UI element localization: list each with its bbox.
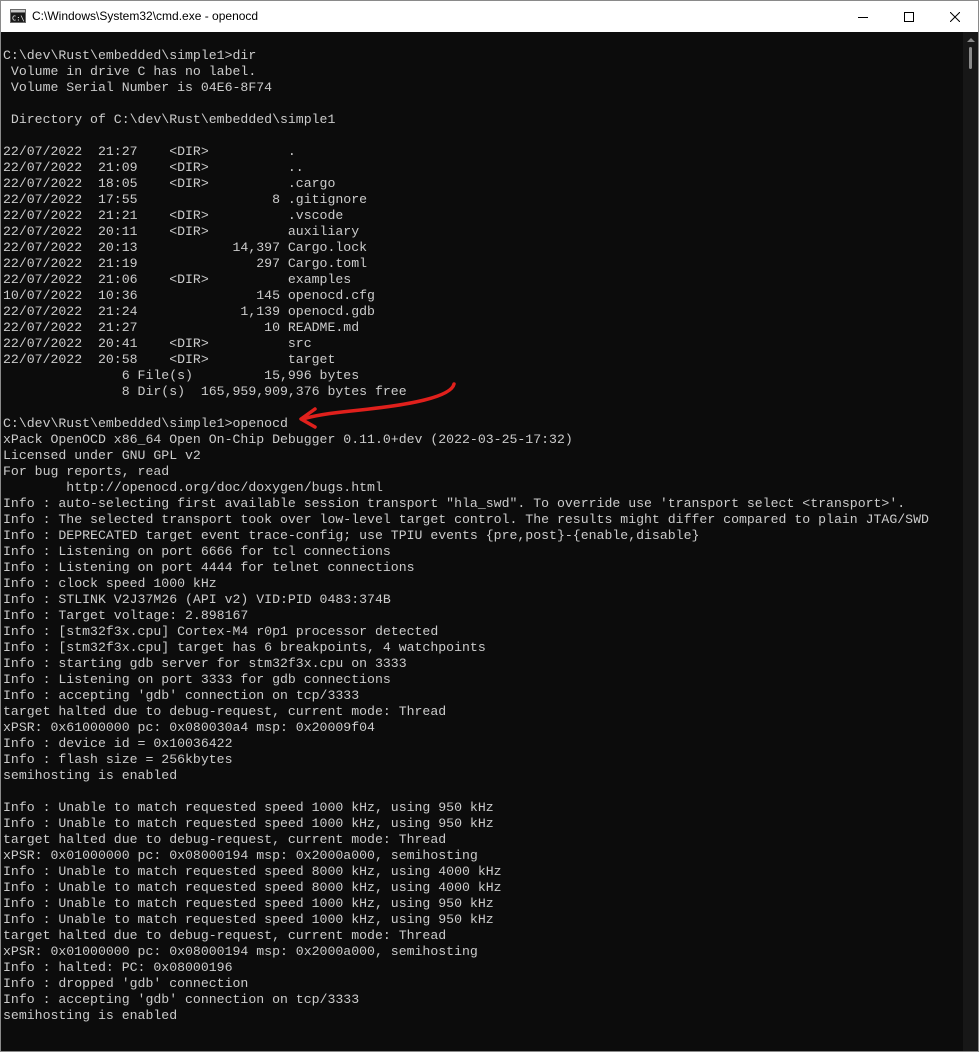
console-line: Info : Unable to match requested speed 1…	[3, 896, 494, 911]
console-line: target halted due to debug-request, curr…	[3, 928, 447, 943]
console-line: Info : Listening on port 3333 for gdb co…	[3, 672, 391, 687]
console-line: Volume Serial Number is 04E6-8F74	[3, 80, 273, 95]
console-line: xPSR: 0x01000000 pc: 0x08000194 msp: 0x2…	[3, 944, 478, 959]
console-line: 22/07/2022 21:24 1,139 openocd.gdb	[3, 304, 375, 319]
console-line: Info : Unable to match requested speed 8…	[3, 864, 502, 879]
console-line: Info : starting gdb server for stm32f3x.…	[3, 656, 407, 671]
red-arrow-annotation-icon	[299, 382, 456, 429]
minimize-button[interactable]	[840, 1, 886, 32]
console-line: 22/07/2022 20:13 14,397 Cargo.lock	[3, 240, 368, 255]
title-bar[interactable]: C:\ C:\Windows\System32\cmd.exe - openoc…	[1, 1, 978, 32]
console-line: Info : device id = 0x10036422	[3, 736, 233, 751]
cmd-window: C:\ C:\Windows\System32\cmd.exe - openoc…	[0, 0, 979, 1052]
maximize-button[interactable]	[886, 1, 932, 32]
minimize-icon	[858, 16, 868, 18]
console-line: 22/07/2022 20:11 <DIR> auxiliary	[3, 224, 360, 239]
maximize-icon	[904, 11, 914, 22]
console-line: Info : Listening on port 6666 for tcl co…	[3, 544, 391, 559]
console-line: 22/07/2022 18:05 <DIR> .cargo	[3, 176, 336, 191]
vertical-scrollbar[interactable]	[963, 32, 978, 1051]
console-line: Licensed under GNU GPL v2	[3, 448, 201, 463]
console-line: C:\dev\Rust\embedded\simple1>openocd	[3, 416, 288, 431]
console-line: 22/07/2022 21:06 <DIR> examples	[3, 272, 352, 287]
console-line: 22/07/2022 21:09 <DIR> ..	[3, 160, 304, 175]
console-line: Info : halted: PC: 0x08000196	[3, 960, 233, 975]
cmd-icon: C:\	[10, 9, 26, 23]
console-line: For bug reports, read	[3, 464, 170, 479]
console-line: Info : DEPRECATED target event trace-con…	[3, 528, 700, 543]
console-line: Info : accepting 'gdb' connection on tcp…	[3, 992, 360, 1007]
console-line: xPSR: 0x61000000 pc: 0x080030a4 msp: 0x2…	[3, 720, 375, 735]
console-line: xPack OpenOCD x86_64 Open On-Chip Debugg…	[3, 432, 573, 447]
console-line: http://openocd.org/doc/doxygen/bugs.html	[3, 480, 383, 495]
console-line: Info : Unable to match requested speed 1…	[3, 912, 494, 927]
console-text: C:\dev\Rust\embedded\simple1>dir Volume …	[3, 48, 929, 1024]
console-line: C:\dev\Rust\embedded\simple1>dir	[3, 48, 257, 63]
console-line: 22/07/2022 17:55 8 .gitignore	[3, 192, 368, 207]
console-line: Info : dropped 'gdb' connection	[3, 976, 249, 991]
console-line: 22/07/2022 21:21 <DIR> .vscode	[3, 208, 344, 223]
svg-text:C:\: C:\	[12, 15, 25, 23]
console-line: target halted due to debug-request, curr…	[3, 704, 447, 719]
console-line: 22/07/2022 21:27 <DIR> .	[3, 144, 296, 159]
console-line: Info : [stm32f3x.cpu] Cortex-M4 r0p1 pro…	[3, 624, 439, 639]
console-line: Directory of C:\dev\Rust\embedded\simple…	[3, 112, 336, 127]
console-line: Info : [stm32f3x.cpu] target has 6 break…	[3, 640, 486, 655]
console-line: xPSR: 0x01000000 pc: 0x08000194 msp: 0x2…	[3, 848, 478, 863]
console-line: Info : clock speed 1000 kHz	[3, 576, 217, 591]
console-line: 22/07/2022 20:41 <DIR> src	[3, 336, 312, 351]
console-line: target halted due to debug-request, curr…	[3, 832, 447, 847]
console-line: Info : Target voltage: 2.898167	[3, 608, 249, 623]
console-line: 10/07/2022 10:36 145 openocd.cfg	[3, 288, 375, 303]
scroll-up-arrow-icon[interactable]	[967, 38, 975, 42]
console-line: Info : Listening on port 4444 for telnet…	[3, 560, 415, 575]
console-line: Info : flash size = 256kbytes	[3, 752, 233, 767]
console-line: Info : accepting 'gdb' connection on tcp…	[3, 688, 360, 703]
console-line: Info : auto-selecting first available se…	[3, 496, 906, 511]
close-button[interactable]	[932, 1, 978, 32]
console-output[interactable]: C:\dev\Rust\embedded\simple1>dir Volume …	[1, 32, 963, 1051]
console-line: 22/07/2022 21:27 10 README.md	[3, 320, 360, 335]
console-line: 22/07/2022 20:58 <DIR> target	[3, 352, 336, 367]
console-line: Volume in drive C has no label.	[3, 64, 257, 79]
console-line: Info : Unable to match requested speed 1…	[3, 816, 494, 831]
window-title: C:\Windows\System32\cmd.exe - openocd	[32, 9, 259, 23]
scroll-thumb[interactable]	[969, 47, 972, 69]
console-line: Info : The selected transport took over …	[3, 512, 929, 527]
console-line: semihosting is enabled	[3, 1008, 178, 1023]
console-line: semihosting is enabled	[3, 768, 178, 783]
console-line: Info : STLINK V2J37M26 (API v2) VID:PID …	[3, 592, 391, 607]
console-line: Info : Unable to match requested speed 1…	[3, 800, 494, 815]
console-line: 22/07/2022 21:19 297 Cargo.toml	[3, 256, 368, 271]
console-line: Info : Unable to match requested speed 8…	[3, 880, 502, 895]
close-icon	[950, 11, 960, 22]
